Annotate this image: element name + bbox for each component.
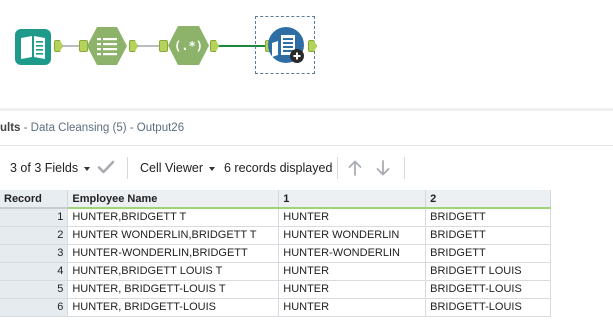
field-2-cell[interactable]: BRIDGETT-LOUIS [425,298,551,317]
regex-tool[interactable]: (.*) [167,25,210,66]
output-anchor[interactable] [129,40,138,52]
table-row[interactable]: 1 HUNTER,BRIDGETT T HUNTER BRIDGETT [0,208,551,227]
field-2-cell[interactable]: BRIDGETT [425,208,551,227]
field-1-cell[interactable]: HUNTER [278,262,427,281]
record-cell[interactable]: 4 [0,262,69,281]
select-tool[interactable] [86,26,128,66]
field-1-cell[interactable]: HUNTER WONDERLIN [278,226,427,245]
cell-viewer-dropdown[interactable]: Cell Viewer [140,159,215,177]
record-cell[interactable]: 6 [0,298,69,317]
field-1-cell[interactable]: HUNTER-WONDERLIN [278,244,427,263]
record-cell[interactable]: 2 [0,226,69,245]
employee-name-cell[interactable]: HUNTER, BRIDGETT-LOUIS T [67,280,280,299]
employee-name-cell[interactable]: HUNTER-WONDERLIN,BRIDGETT [67,244,280,263]
records-label: 6 records displayed [224,161,333,175]
table-row[interactable]: 4 HUNTER,BRIDGETT LOUIS T HUNTER BRIDGET… [0,262,551,281]
record-cell[interactable]: 1 [0,208,69,227]
field-2-cell[interactable]: BRIDGETT [425,244,551,263]
table-row[interactable]: 2 HUNTER WONDERLIN,BRIDGETT T HUNTER WON… [0,226,551,245]
record-cell[interactable]: 3 [0,244,69,263]
results-title: ults [0,122,21,134]
cell-viewer-label: Cell Viewer [140,161,203,175]
chevron-down-icon [209,166,215,171]
input-data-tool[interactable] [14,28,52,66]
field-1-cell[interactable]: HUNTER [278,208,427,227]
arrow-down-icon [376,160,390,176]
workflow-canvas[interactable]: (.*) [0,0,613,108]
arrow-up-icon [348,160,362,176]
browse-tool[interactable] [266,25,308,67]
field-1-cell[interactable]: HUNTER [278,298,427,317]
field-2-cell[interactable]: BRIDGETT [425,226,551,245]
output-anchor[interactable] [308,40,317,52]
table-row[interactable]: 3 HUNTER-WONDERLIN,BRIDGETT HUNTER-WONDE… [0,244,551,263]
output-anchor[interactable] [54,40,63,52]
scroll-up-button[interactable] [347,159,363,177]
employee-name-cell[interactable]: HUNTER, BRIDGETT-LOUIS [67,298,280,317]
employee-name-cell[interactable]: HUNTER,BRIDGETT T [67,208,280,227]
table-row[interactable]: 6 HUNTER, BRIDGETT-LOUIS HUNTER BRIDGETT… [0,298,551,317]
apply-checkmark-button[interactable] [97,158,115,176]
regex-icon: (.*) [168,26,209,65]
results-grid[interactable]: Record Employee Name 1 2 1 HUNTER,BRIDGE… [0,190,551,317]
column-header-record[interactable]: Record [0,190,69,209]
field-1-cell[interactable]: HUNTER [278,280,427,299]
book-icon [15,29,51,65]
column-header-2[interactable]: 2 [425,190,551,209]
fields-label: 3 of 3 Fields [10,161,79,175]
browse-icon [268,27,304,63]
toolbar-separator [404,157,405,179]
results-toolbar: 3 of 3 Fields Cell Viewer 6 records disp… [0,146,613,190]
results-subtitle: - Data Cleansing (5) - Output26 [20,122,185,134]
record-cell[interactable]: 5 [0,280,69,299]
toolbar-separator [337,157,338,179]
svg-text:(.*): (.*) [174,39,203,53]
scroll-down-button[interactable] [375,159,391,177]
column-header-employee-name[interactable]: Employee Name [67,190,280,209]
connection-line [63,45,79,47]
results-table: Record Employee Name 1 2 1 HUNTER,BRIDGE… [0,190,551,317]
employee-name-cell[interactable]: HUNTER WONDERLIN,BRIDGETT T [67,226,280,245]
field-2-cell[interactable]: BRIDGETT-LOUIS [425,280,551,299]
table-row[interactable]: 5 HUNTER, BRIDGETT-LOUIS T HUNTER BRIDGE… [0,280,551,299]
toolbar-separator [127,157,128,179]
header-row: Record Employee Name 1 2 [0,190,551,209]
list-icon [87,27,127,65]
checkmark-icon [97,160,115,174]
fields-dropdown[interactable]: 3 of 3 Fields [10,159,91,177]
employee-name-cell[interactable]: HUNTER,BRIDGETT LOUIS T [67,262,280,281]
results-header: ults - Data Cleansing (5) - Output26 [0,111,613,146]
connection-line [138,45,159,47]
chevron-down-icon [84,166,91,171]
field-2-cell[interactable]: BRIDGETT LOUIS [425,262,551,281]
records-count: 6 records displayed [224,159,332,177]
output-anchor[interactable] [210,40,219,52]
column-header-1[interactable]: 1 [278,190,427,209]
